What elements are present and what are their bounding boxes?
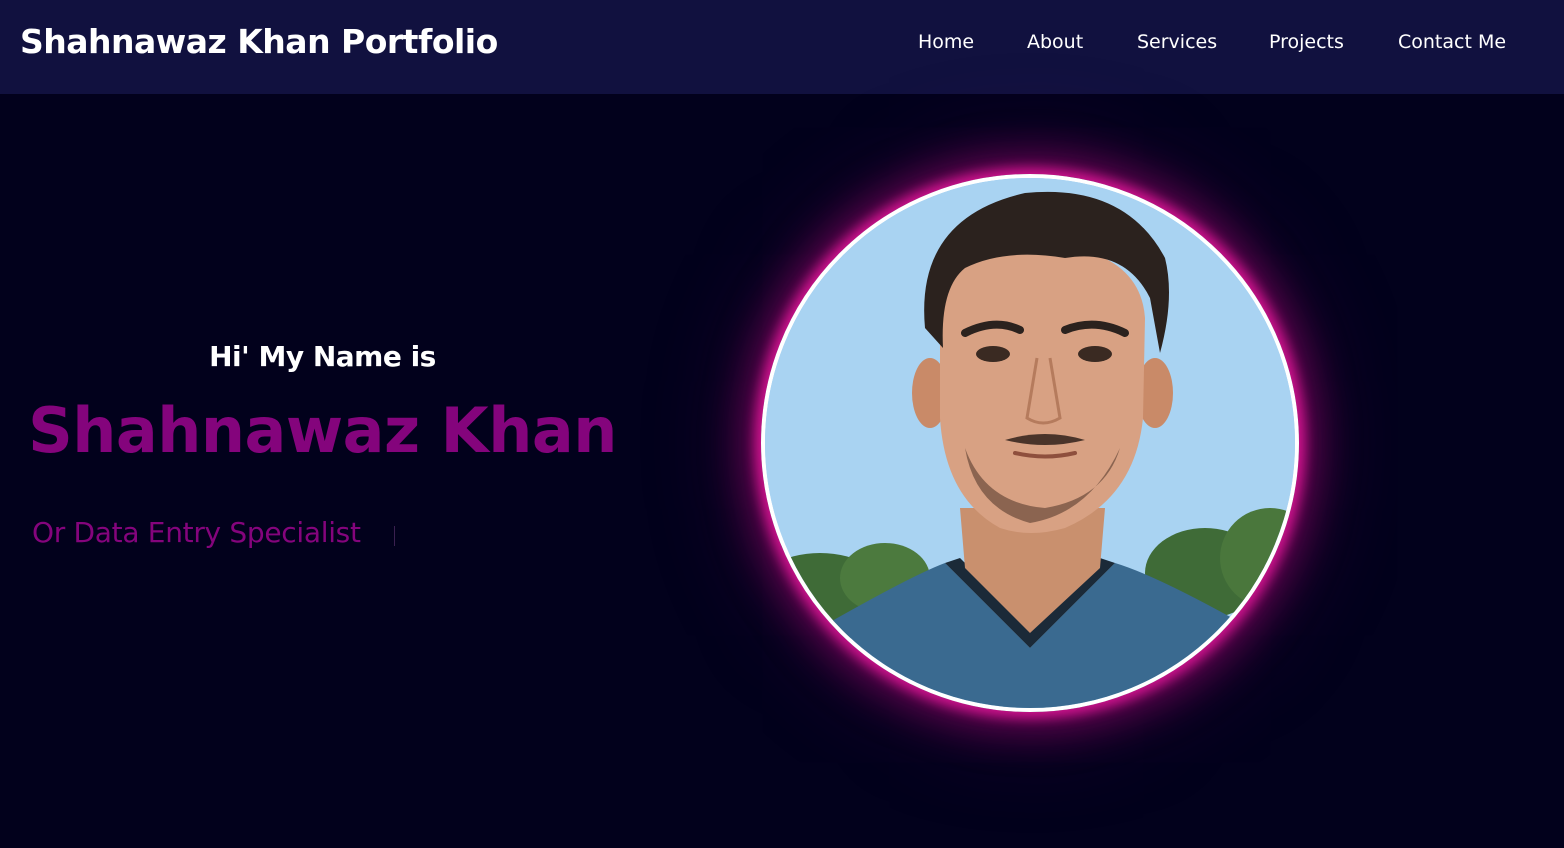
nav-link-home[interactable]: Home xyxy=(918,31,974,53)
hero-greeting: Hi' My Name is xyxy=(209,340,436,373)
hero-name: Shahnawaz Khan xyxy=(28,394,617,467)
nav-link-about[interactable]: About xyxy=(1027,31,1083,53)
nav-link-services[interactable]: Services xyxy=(1137,31,1217,53)
nav-link-contact[interactable]: Contact Me xyxy=(1398,31,1506,53)
site-brand[interactable]: Shahnawaz Khan Portfolio xyxy=(20,22,498,61)
typing-cursor xyxy=(394,526,395,546)
nav-link-projects[interactable]: Projects xyxy=(1269,31,1344,53)
hero-typed-role: Or Data Entry Specialist xyxy=(32,516,361,549)
navbar: Shahnawaz Khan Portfolio Home About Serv… xyxy=(0,0,1564,94)
profile-photo xyxy=(761,174,1299,712)
profile-photo-illustration xyxy=(765,178,1295,708)
hero-section: Hi' My Name is Shahnawaz Khan Or Data En… xyxy=(0,94,1564,848)
